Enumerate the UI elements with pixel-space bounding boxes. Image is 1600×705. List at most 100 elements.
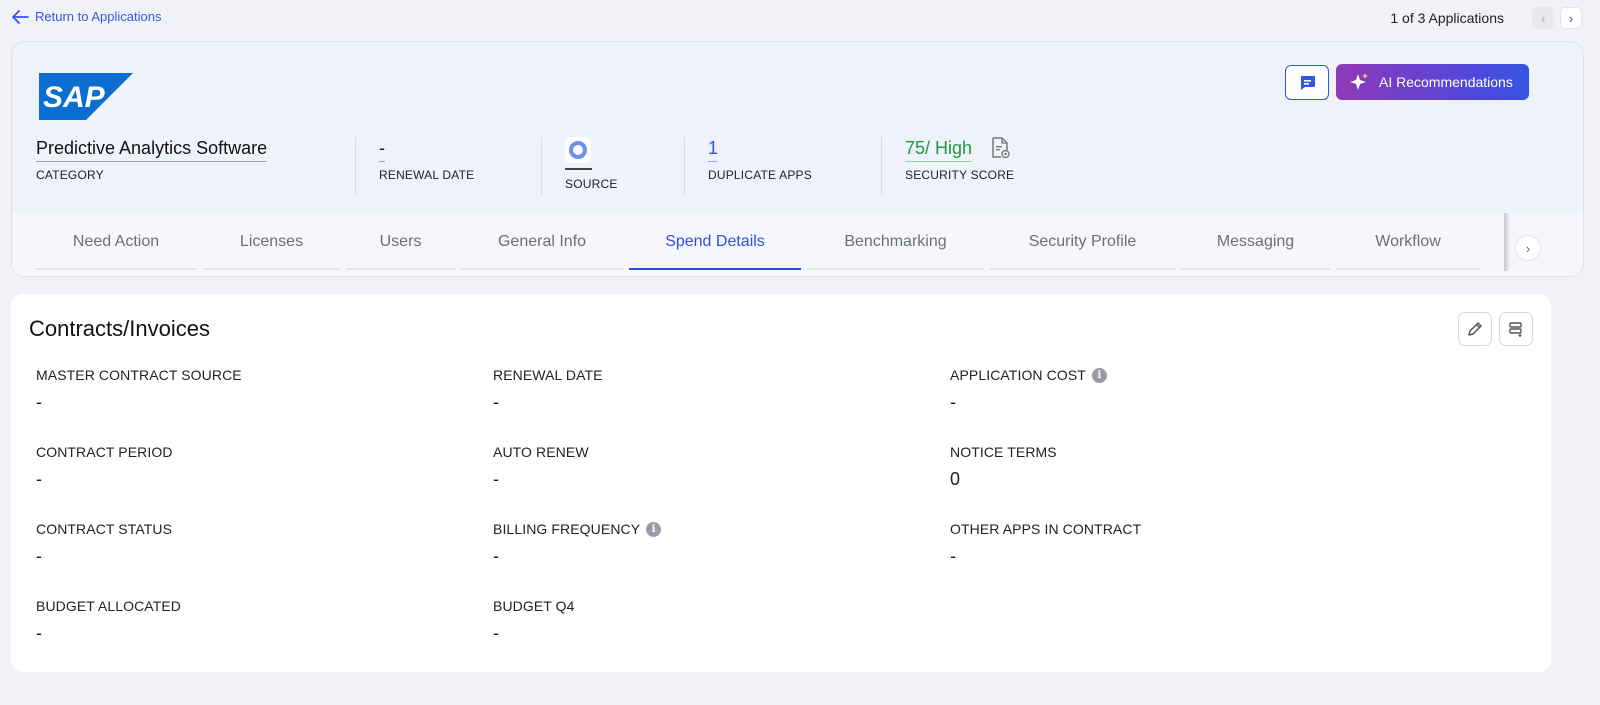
field-label-text: OTHER APPS IN CONTRACT xyxy=(950,521,1142,537)
tab-underline xyxy=(1181,268,1330,270)
field-label: AUTO RENEW xyxy=(493,444,589,460)
category-value[interactable]: Predictive Analytics Software xyxy=(36,136,268,162)
field-label: MASTER CONTRACT SOURCE xyxy=(36,367,242,383)
tab-underline xyxy=(990,268,1175,270)
field-label: OTHER APPS IN CONTRACT xyxy=(950,521,1141,537)
field-value: - xyxy=(36,469,42,489)
tabs-scroll-right-button[interactable]: › xyxy=(1515,235,1541,261)
duplicate-apps-label: DUPLICATE APPS xyxy=(708,168,812,182)
field-label-text: AUTO RENEW xyxy=(493,444,589,460)
tab-label: Spend Details xyxy=(665,232,765,250)
tab-label: Users xyxy=(379,232,422,250)
pencil-icon xyxy=(1468,322,1482,336)
sparkle-icon xyxy=(1350,73,1368,90)
field-contract-period: CONTRACT PERIOD - xyxy=(36,444,173,490)
return-to-applications-label: Return to Applications xyxy=(35,9,162,24)
tab-underline xyxy=(1336,268,1480,270)
field-label: BILLING FREQUENCY i xyxy=(493,521,662,537)
field-application-cost: APPLICATION COST i - xyxy=(950,367,1107,413)
source-circle-icon[interactable] xyxy=(565,137,591,163)
meta-divider xyxy=(355,137,356,195)
tab-label: Benchmarking xyxy=(844,232,947,250)
field-value: 0 xyxy=(950,469,961,489)
tab-underline xyxy=(461,268,623,270)
chevron-left-icon: ‹ xyxy=(1540,10,1546,26)
chevron-right-icon: › xyxy=(1525,240,1531,256)
source-underline xyxy=(565,168,592,170)
renewal-date-label: RENEWAL DATE xyxy=(379,168,475,182)
security-score-value[interactable]: 75/ High xyxy=(905,136,973,162)
comments-button[interactable] xyxy=(1285,65,1329,100)
field-notice-terms: NOTICE TERMS 0 xyxy=(950,444,1057,490)
tab-label: Security Profile xyxy=(1028,232,1137,250)
tab-underline xyxy=(35,268,197,270)
field-label-text: RENEWAL DATE xyxy=(493,367,603,383)
field-master-contract-source: MASTER CONTRACT SOURCE - xyxy=(36,367,242,413)
renewal-date-value[interactable]: - xyxy=(379,136,385,162)
category-label: CATEGORY xyxy=(36,168,104,182)
field-label-text: BILLING FREQUENCY xyxy=(493,521,641,537)
edit-button[interactable] xyxy=(1458,312,1492,346)
tab-spend-details[interactable]: Spend Details xyxy=(626,213,804,270)
field-value: - xyxy=(493,623,499,643)
tab-licenses[interactable]: Licenses xyxy=(200,213,343,270)
field-value: - xyxy=(950,546,956,566)
field-value: - xyxy=(493,469,499,489)
field-value: - xyxy=(36,623,42,643)
field-billing-frequency: BILLING FREQUENCY i - xyxy=(493,521,662,567)
tabs-fade xyxy=(1504,213,1510,271)
application-pager: 1 of 3 Applications ‹ › xyxy=(1390,7,1582,29)
source-label: SOURCE xyxy=(565,176,618,191)
tab-label: Workflow xyxy=(1375,232,1441,250)
field-other-apps-in-contract: OTHER APPS IN CONTRACT - xyxy=(950,521,1141,567)
field-label-text: NOTICE TERMS xyxy=(950,444,1057,460)
meta-divider xyxy=(881,137,882,195)
field-label-text: APPLICATION COST xyxy=(950,367,1086,383)
next-application-button[interactable]: › xyxy=(1560,7,1582,29)
chat-icon xyxy=(1300,75,1315,90)
previous-application-button[interactable]: ‹ xyxy=(1532,7,1554,29)
list-add-icon xyxy=(1509,322,1522,337)
application-header-card: SAP AI Recommendations Predictive Analyt… xyxy=(11,41,1584,277)
field-label: CONTRACT PERIOD xyxy=(36,444,173,460)
detail-tabs: Need Action Licenses Users General Info … xyxy=(12,213,1583,276)
tab-label: Need Action xyxy=(72,232,160,250)
field-budget-q4: BUDGET Q4 - xyxy=(493,598,575,644)
list-add-button[interactable] xyxy=(1499,312,1533,346)
field-label-text: BUDGET Q4 xyxy=(493,598,575,614)
field-label: BUDGET ALLOCATED xyxy=(36,598,181,614)
info-icon[interactable]: i xyxy=(1091,367,1107,383)
top-bar: Return to Applications 1 of 3 Applicatio… xyxy=(0,0,1600,36)
field-value: - xyxy=(493,392,499,412)
source-meta: SOURCE xyxy=(565,137,618,197)
tab-general-info[interactable]: General Info xyxy=(458,213,626,270)
return-to-applications-link[interactable]: Return to Applications xyxy=(12,9,161,24)
security-score-meta: 75/ High SECURITY SCORE xyxy=(905,136,1014,196)
field-label-text: CONTRACT STATUS xyxy=(36,521,173,537)
arrow-left-icon xyxy=(12,9,29,24)
tab-benchmarking[interactable]: Benchmarking xyxy=(804,213,987,270)
field-value: - xyxy=(36,546,42,566)
info-icon[interactable]: i xyxy=(646,521,662,537)
field-label: CONTRACT STATUS xyxy=(36,521,172,537)
sap-logo: SAP xyxy=(39,73,133,120)
tab-security-profile[interactable]: Security Profile xyxy=(987,213,1178,270)
field-value: - xyxy=(36,392,42,412)
tab-label: Messaging xyxy=(1216,232,1295,250)
tab-label: General Info xyxy=(497,232,587,250)
tab-workflow[interactable]: Workflow xyxy=(1333,213,1483,270)
field-auto-renew: AUTO RENEW - xyxy=(493,444,589,490)
document-shield-icon[interactable] xyxy=(990,137,1010,159)
tab-messaging[interactable]: Messaging xyxy=(1178,213,1333,270)
tab-need-action[interactable]: Need Action xyxy=(32,213,200,270)
contracts-invoices-card: Contracts/Invoices MASTER CONTRACT SOURC… xyxy=(11,294,1551,672)
tab-users[interactable]: Users xyxy=(343,213,458,270)
field-value: - xyxy=(493,546,499,566)
field-value: - xyxy=(950,392,956,412)
ai-recommendations-button[interactable]: AI Recommendations xyxy=(1336,64,1529,100)
tab-underline xyxy=(629,268,801,270)
duplicate-apps-value[interactable]: 1 xyxy=(708,136,719,162)
field-contract-status: CONTRACT STATUS - xyxy=(36,521,172,567)
svg-text:SAP: SAP xyxy=(43,81,106,114)
field-label-text: MASTER CONTRACT SOURCE xyxy=(36,367,242,383)
